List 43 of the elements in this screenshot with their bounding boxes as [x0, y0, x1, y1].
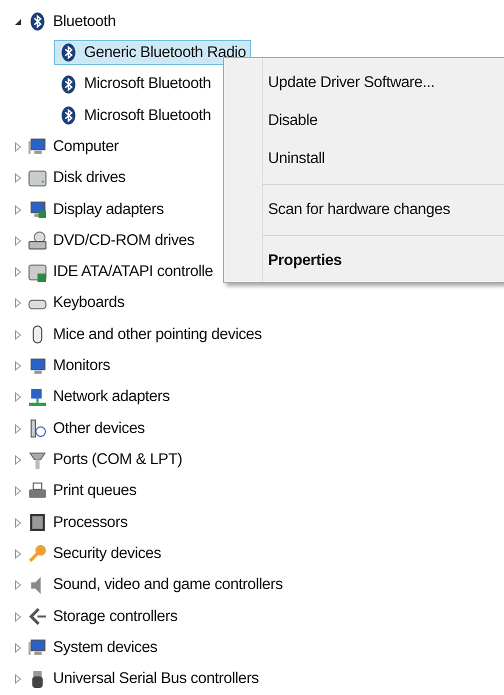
tree-item[interactable]: Sound, video and game controllers [53, 576, 283, 594]
tree-item[interactable]: Ports (COM & LPT) [53, 451, 182, 470]
tree-item[interactable]: Universal Serial Bus controllers [53, 670, 259, 688]
tree-item[interactable]: Print queues [53, 482, 136, 500]
tree-item[interactable]: Monitors [53, 357, 110, 376]
tree-item[interactable]: Network adapters [53, 388, 170, 406]
tree-item[interactable]: Processors [53, 514, 128, 532]
tree-item[interactable]: IDE ATA/ATAPI controlle [53, 263, 213, 282]
tree-item[interactable]: Disk drives [53, 169, 126, 188]
tree-item[interactable]: Mice and other pointing devices [53, 326, 262, 344]
optical-drive-icon [28, 231, 47, 250]
computer-icon [28, 638, 47, 658]
tree-item[interactable]: Keyboards [53, 294, 124, 312]
tree-item[interactable]: Display adapters [53, 200, 164, 219]
tree-item[interactable]: Microsoft Bluetooth [54, 103, 216, 128]
menu-item[interactable]: Uninstall [224, 140, 504, 178]
disk-drive-icon [28, 168, 47, 188]
monitor-icon [28, 356, 47, 376]
computer-icon [28, 137, 47, 156]
network-icon [28, 388, 47, 407]
tree-item[interactable]: Microsoft Bluetooth [54, 72, 216, 97]
chip-icon [28, 513, 47, 532]
display-adapter-icon [28, 200, 47, 220]
tree-item[interactable]: Bluetooth [53, 12, 116, 31]
tree-item[interactable]: Storage controllers [53, 608, 178, 626]
controller-card-icon [28, 262, 47, 282]
tree-item[interactable]: DVD/CD-ROM drives [53, 232, 194, 250]
printer-icon [28, 482, 47, 501]
menu-item[interactable]: Update Driver Software... [224, 64, 504, 102]
bluetooth-icon [28, 12, 47, 32]
bluetooth-icon [59, 106, 78, 126]
menu-item[interactable]: Disable [224, 102, 504, 140]
expander-icon[interactable] [14, 16, 22, 27]
tree-item[interactable]: Computer [53, 138, 119, 156]
key-icon [28, 544, 47, 564]
tree-item[interactable]: Other devices [53, 420, 145, 438]
menu-item[interactable]: Properties [224, 242, 504, 280]
bluetooth-icon [59, 43, 78, 62]
menu-item[interactable]: Scan for hardware changes [224, 191, 504, 229]
tree-item[interactable]: Generic Bluetooth Radio [54, 40, 251, 66]
tree-item[interactable]: System devices [53, 638, 158, 657]
tree-item[interactable]: Security devices [53, 544, 162, 563]
bluetooth-icon [59, 74, 78, 94]
